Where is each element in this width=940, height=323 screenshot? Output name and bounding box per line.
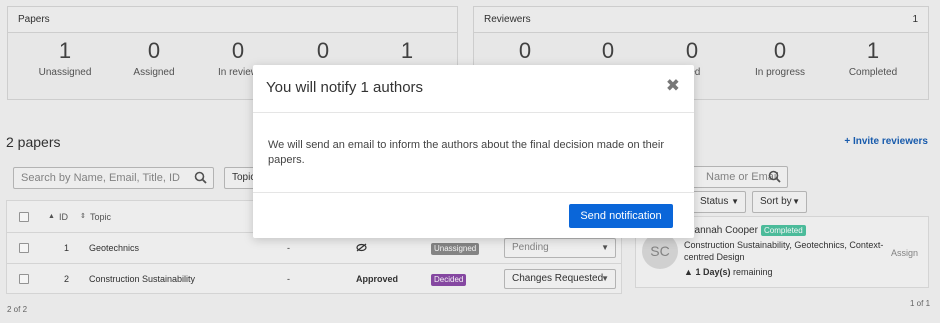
send-notification-button[interactable]: Send notification (569, 204, 673, 228)
close-icon[interactable]: ✖ (666, 76, 680, 96)
modal-title: You will notify 1 authors (266, 79, 424, 96)
divider (253, 192, 694, 193)
divider (253, 112, 694, 113)
modal-body-text: We will send an email to inform the auth… (268, 139, 665, 166)
notify-authors-modal: You will notify 1 authors ✖ We will send… (253, 65, 694, 238)
